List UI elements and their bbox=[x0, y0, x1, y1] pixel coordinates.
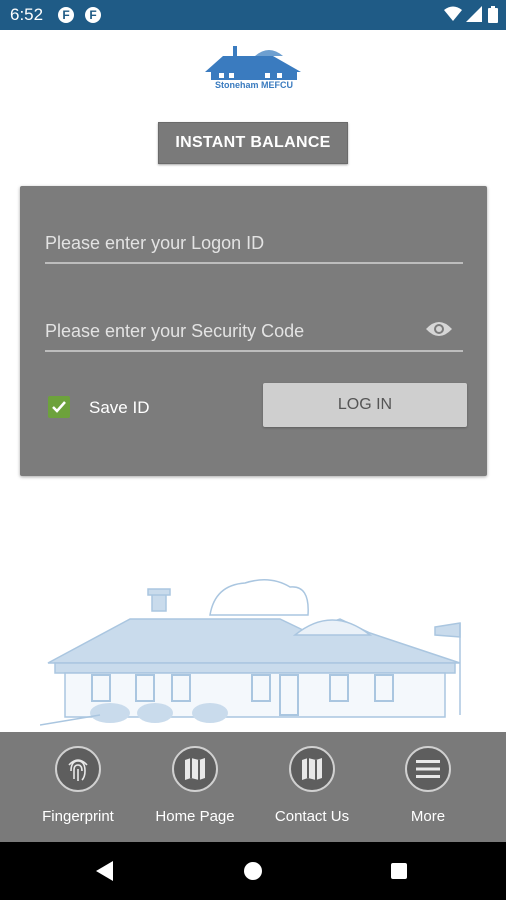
building-illustration bbox=[40, 579, 461, 726]
credit-union-building-logo bbox=[205, 46, 301, 80]
eye-icon[interactable] bbox=[425, 320, 453, 338]
nav-label: Contact Us bbox=[274, 808, 350, 825]
nav-label: More bbox=[410, 808, 446, 825]
fingerprint-icon bbox=[68, 759, 88, 781]
security-code-field bbox=[45, 312, 463, 352]
nav-more[interactable]: More bbox=[373, 746, 483, 825]
status-bar: 6:52 F F bbox=[0, 0, 506, 30]
login-card: Save ID LOG IN bbox=[20, 186, 487, 476]
system-nav-bar bbox=[0, 842, 506, 900]
map-icon bbox=[302, 758, 322, 780]
f-app-notification-icon: F bbox=[58, 7, 74, 23]
logo-text: Stoneham MEFCU bbox=[215, 80, 293, 90]
instant-balance-button[interactable]: INSTANT BALANCE bbox=[158, 122, 348, 164]
map-icon bbox=[185, 758, 205, 780]
nav-home-page[interactable]: Home Page bbox=[140, 746, 250, 825]
status-time: 6:52 bbox=[10, 5, 44, 24]
login-button[interactable]: LOG IN bbox=[263, 383, 467, 427]
bottom-nav: Fingerprint Home Page Contact Us More bbox=[0, 732, 506, 842]
logon-id-input[interactable] bbox=[45, 224, 425, 262]
nav-contact-us[interactable]: Contact Us bbox=[257, 746, 367, 825]
menu-icon bbox=[416, 760, 440, 778]
f-app-notification-icon: F bbox=[85, 7, 101, 23]
battery-icon bbox=[488, 6, 498, 23]
recents-icon[interactable] bbox=[391, 863, 407, 879]
nav-label: Fingerprint bbox=[42, 808, 114, 825]
nav-label: Home Page bbox=[155, 808, 235, 825]
cell-signal-icon bbox=[466, 6, 482, 22]
checkmark-icon bbox=[52, 401, 66, 413]
logo: Stoneham MEFCU bbox=[205, 46, 301, 90]
wifi-icon bbox=[444, 6, 462, 21]
security-code-input[interactable] bbox=[45, 312, 425, 350]
back-icon[interactable] bbox=[96, 861, 113, 881]
save-id-label: Save ID bbox=[89, 398, 150, 417]
home-icon[interactable] bbox=[244, 862, 262, 880]
logon-id-field bbox=[45, 224, 463, 264]
nav-fingerprint[interactable]: Fingerprint bbox=[23, 746, 133, 825]
save-id-checkbox[interactable] bbox=[48, 396, 70, 418]
